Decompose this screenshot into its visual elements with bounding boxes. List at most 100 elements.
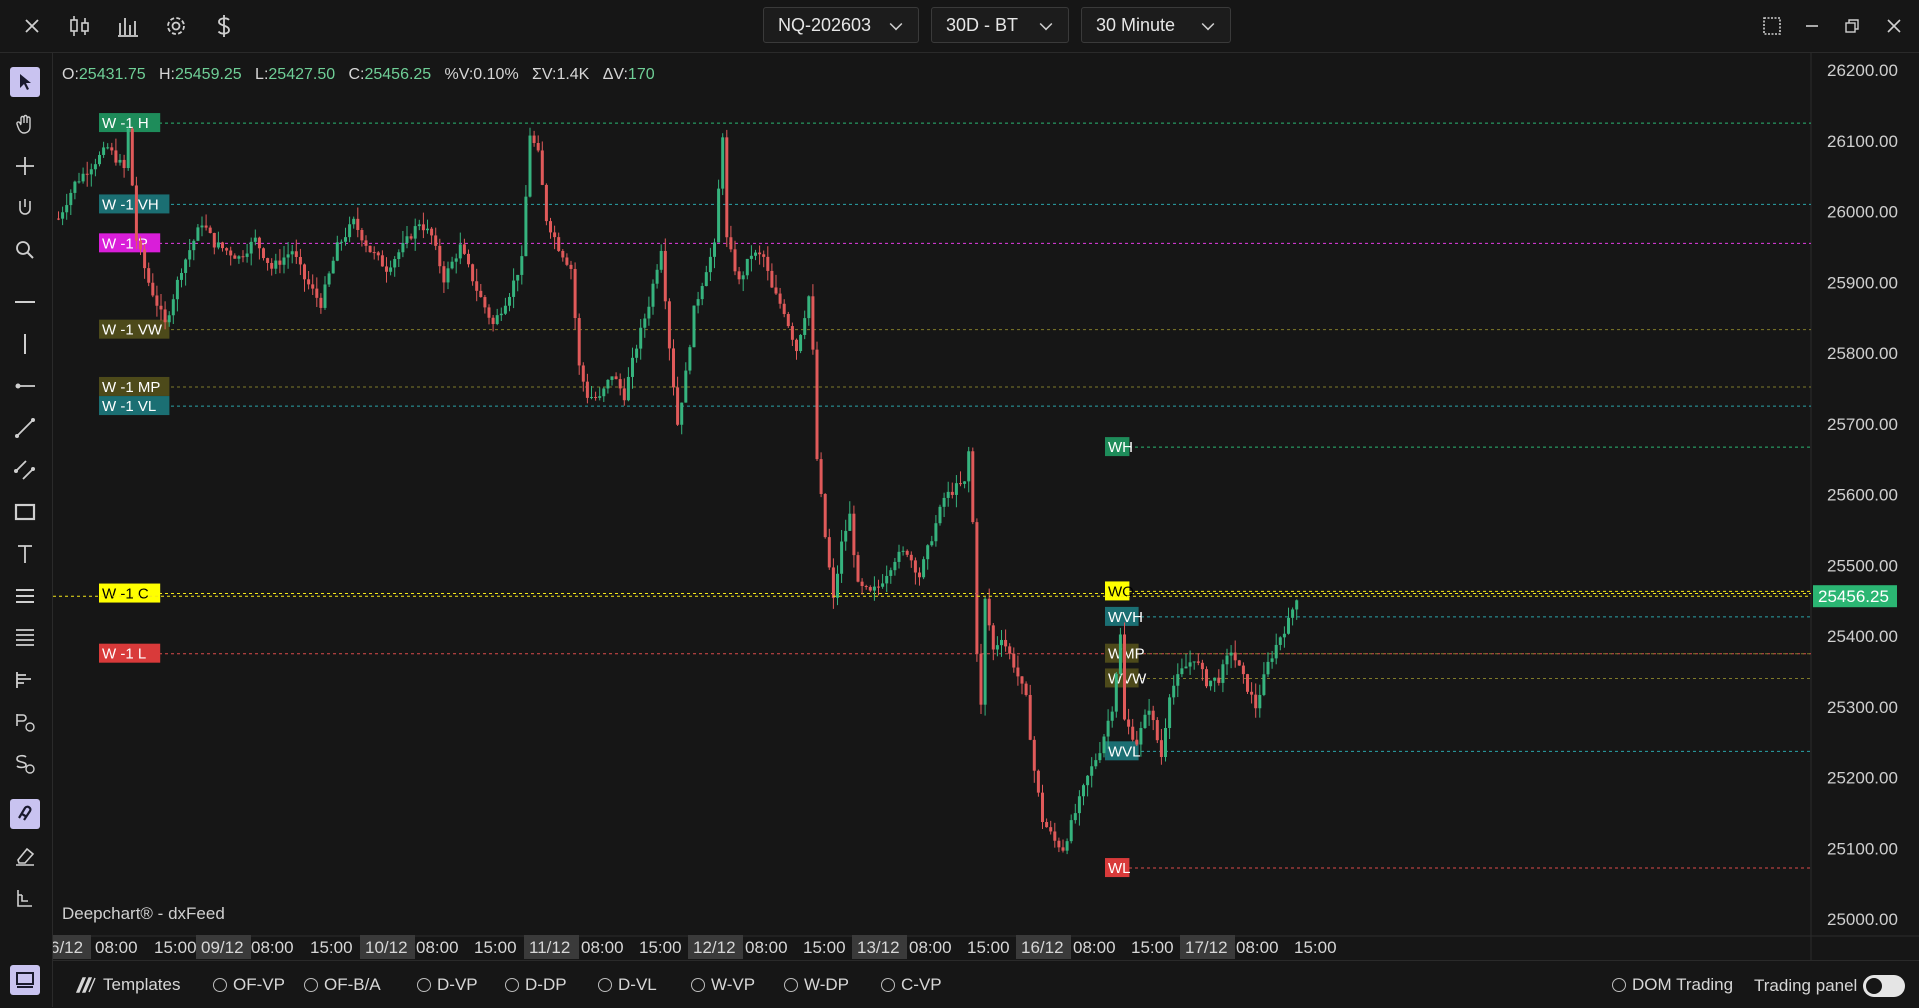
price-tick-label: 25500.00 xyxy=(1827,556,1898,575)
price-chart[interactable]: 26200.00 26100.00 26000.00 25900.00 25800.00… xyxy=(45,53,1919,960)
preset-c-vp[interactable]: C-VP xyxy=(881,975,942,995)
fibonacci-icon[interactable] xyxy=(10,581,40,611)
price-tick-label: 25700.00 xyxy=(1827,415,1898,434)
preset-radio[interactable] xyxy=(213,978,227,992)
eraser-icon[interactable] xyxy=(10,841,40,871)
vertical-line-icon[interactable] xyxy=(10,329,40,359)
candle-body xyxy=(1192,661,1196,663)
preset-d-dp[interactable]: D-DP xyxy=(505,975,567,995)
minimize-icon[interactable] xyxy=(1796,10,1828,42)
timeframe-dropdown[interactable]: 30 Minute xyxy=(1081,7,1231,43)
delta-volume-label: ΔV: xyxy=(602,66,628,83)
candle-body xyxy=(983,598,987,705)
preset-d-vl[interactable]: D-VL xyxy=(598,975,657,995)
fibonacci-extension-icon[interactable] xyxy=(10,623,40,653)
preset-d-vp[interactable]: D-VP xyxy=(417,975,478,995)
candle-body xyxy=(360,230,364,241)
text-icon[interactable] xyxy=(10,539,40,569)
candle-body xyxy=(758,252,762,255)
preset-of-b-a[interactable]: OF-B/A xyxy=(304,975,381,995)
candle-body xyxy=(319,297,323,308)
candle-body xyxy=(1045,822,1049,828)
layout-icon[interactable] xyxy=(1756,10,1788,42)
preset-w-vp[interactable]: W-VP xyxy=(691,975,755,995)
candle-body xyxy=(1213,677,1217,681)
candle-body xyxy=(454,258,458,262)
candle-body xyxy=(840,541,844,574)
preset-radio[interactable] xyxy=(598,978,612,992)
dom-trading-radio[interactable] xyxy=(1612,978,1626,992)
candle-body xyxy=(1250,691,1254,695)
close-icon[interactable] xyxy=(16,10,48,42)
time-tick-label: 15:00 xyxy=(154,938,197,957)
candle-body xyxy=(553,232,557,238)
templates-button[interactable]: Templates xyxy=(75,975,180,995)
rectangle-icon[interactable] xyxy=(10,497,40,527)
symbol-dropdown[interactable]: NQ-202603 xyxy=(763,7,919,43)
candle-body xyxy=(1221,664,1225,683)
dom-trading-toggle[interactable]: DOM Trading xyxy=(1612,975,1733,995)
dollar-icon[interactable] xyxy=(208,10,240,42)
candle-body xyxy=(303,264,306,280)
price-settings-icon[interactable] xyxy=(10,707,40,737)
candle-body xyxy=(225,248,229,251)
channel-icon[interactable] xyxy=(10,455,40,485)
preset-of-vp[interactable]: OF-VP xyxy=(213,975,285,995)
magnet-icon[interactable] xyxy=(10,799,40,829)
window-close-icon[interactable] xyxy=(1878,10,1910,42)
volume-profile-icon[interactable] xyxy=(10,665,40,695)
preset-radio[interactable] xyxy=(691,978,705,992)
preset-radio[interactable] xyxy=(784,978,798,992)
candle-body xyxy=(823,493,827,538)
cursor-icon[interactable] xyxy=(10,67,40,97)
candle-body xyxy=(729,237,733,250)
candle-body xyxy=(221,242,224,249)
hand-icon[interactable] xyxy=(10,109,40,139)
candle-body xyxy=(622,388,626,401)
panel-toggle-icon[interactable] xyxy=(10,965,40,995)
data-provider-credit: Deepchart® - dxFeed xyxy=(62,904,225,923)
restore-icon[interactable] xyxy=(1836,10,1868,42)
ray-icon[interactable] xyxy=(10,371,40,401)
candle-body xyxy=(1090,766,1094,776)
candle-body xyxy=(1057,840,1061,848)
candle-body xyxy=(1241,665,1245,675)
candle-body xyxy=(462,244,466,254)
candle-body xyxy=(1143,714,1147,728)
chevron-down-icon xyxy=(1201,17,1215,31)
preset-radio[interactable] xyxy=(881,978,895,992)
preset-radio[interactable] xyxy=(417,978,431,992)
candle-body xyxy=(795,339,798,352)
horizontal-line-icon[interactable] xyxy=(10,287,40,317)
crosshair-icon[interactable] xyxy=(10,151,40,181)
candlestick-icon[interactable] xyxy=(64,10,96,42)
candle-body xyxy=(942,497,946,507)
candle-body xyxy=(897,551,901,562)
preset-radio[interactable] xyxy=(304,978,318,992)
candle-body xyxy=(499,313,503,316)
candle-body xyxy=(405,236,409,244)
zoom-icon[interactable] xyxy=(10,235,40,265)
candle-body xyxy=(1200,662,1204,670)
candle-body xyxy=(286,254,290,258)
magnet-cursor-icon[interactable] xyxy=(10,193,40,223)
trading-panel-switch[interactable] xyxy=(1863,975,1906,997)
chart-canvas[interactable]: 26200.00 26100.00 26000.00 25900.00 25800.00… xyxy=(45,53,1919,960)
layers-icon[interactable] xyxy=(10,883,40,913)
period-dropdown[interactable]: 30D - BT xyxy=(931,7,1069,43)
gear-icon[interactable] xyxy=(160,10,192,42)
candle-body xyxy=(446,268,450,283)
candle-body xyxy=(1237,660,1241,666)
candle-body xyxy=(663,250,667,302)
trading-panel-toggle[interactable]: Trading panel xyxy=(1754,975,1906,997)
trend-line-icon[interactable] xyxy=(10,413,40,443)
preset-w-dp[interactable]: W-DP xyxy=(784,975,849,995)
preset-radio[interactable] xyxy=(505,978,519,992)
indicators-icon[interactable] xyxy=(112,10,144,42)
session-settings-icon[interactable] xyxy=(10,749,40,779)
price-tick-label: 25400.00 xyxy=(1827,627,1898,646)
preset-label: C-VP xyxy=(901,975,942,994)
candle-body xyxy=(610,376,614,380)
candle-body xyxy=(639,327,643,349)
candle-body xyxy=(762,254,766,257)
